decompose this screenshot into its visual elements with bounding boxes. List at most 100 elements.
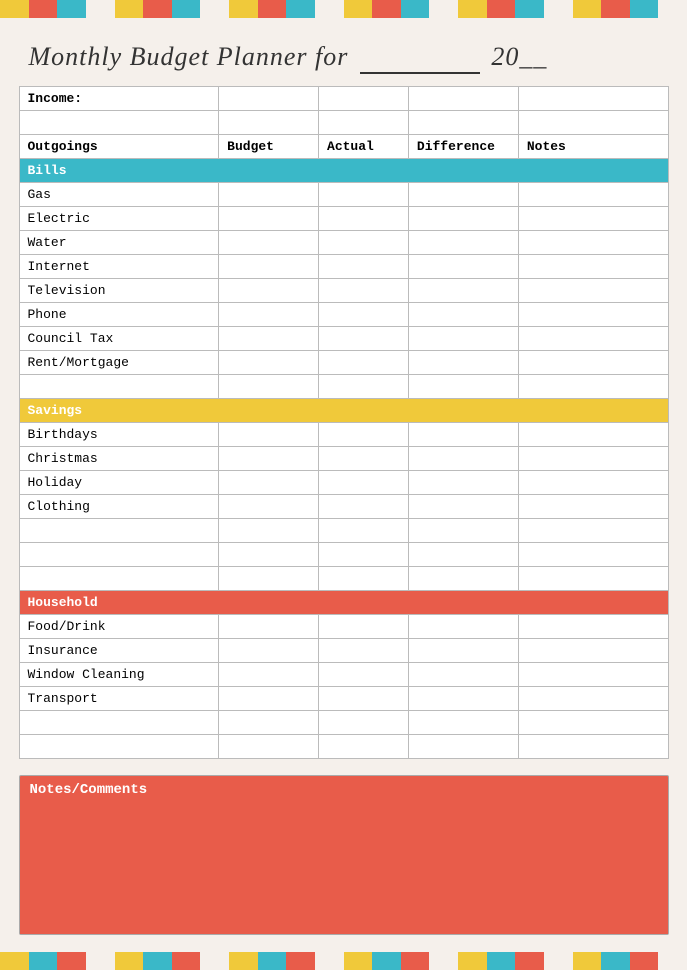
- bar-block: [315, 0, 344, 18]
- row-label: Clothing: [19, 495, 219, 519]
- table-row: Electric: [19, 207, 668, 231]
- bar-block: [344, 952, 373, 970]
- section-bills-row: Bills: [19, 159, 668, 183]
- spacer-row: [19, 567, 668, 591]
- table-row: Water: [19, 231, 668, 255]
- column-header-row: Outgoings Budget Actual Difference Notes: [19, 135, 668, 159]
- row-label: Food/Drink: [19, 615, 219, 639]
- bar-block: [57, 952, 86, 970]
- notes-body: [20, 804, 668, 934]
- budget-table: Income: Outgoings Budget Actual Differen…: [19, 86, 669, 759]
- bar-block: [0, 952, 29, 970]
- section-household-label: Household: [19, 591, 668, 615]
- household-rows: Food/DrinkInsuranceWindow CleaningTransp…: [19, 615, 668, 759]
- col-actual-header: Actual: [319, 135, 409, 159]
- table-row: [19, 735, 668, 759]
- bar-block: [515, 0, 544, 18]
- bar-block: [458, 0, 487, 18]
- bar-block: [229, 952, 258, 970]
- notes-header: Notes/Comments: [20, 776, 668, 804]
- bar-block: [458, 952, 487, 970]
- row-label: [19, 735, 219, 759]
- bar-block: [544, 0, 573, 18]
- section-bills-label: Bills: [19, 159, 668, 183]
- table-row: Christmas: [19, 447, 668, 471]
- page-content: Monthly Budget Planner for 20__ Income: …: [19, 18, 669, 945]
- bar-block: [315, 952, 344, 970]
- bar-block: [258, 0, 287, 18]
- spacer-row: [19, 111, 668, 135]
- page-title: Monthly Budget Planner for 20__: [29, 42, 669, 74]
- row-label: Holiday: [19, 471, 219, 495]
- row-label: Water: [19, 231, 219, 255]
- table-row: Television: [19, 279, 668, 303]
- row-label: Christmas: [19, 447, 219, 471]
- bar-block: [658, 952, 687, 970]
- notes-section: Notes/Comments: [19, 775, 669, 935]
- table-row: Holiday: [19, 471, 668, 495]
- bar-block: [200, 0, 229, 18]
- title-line: [360, 42, 480, 74]
- top-color-bar: [0, 0, 687, 18]
- table-row: Food/Drink: [19, 615, 668, 639]
- col-outgoings-header: Outgoings: [19, 135, 219, 159]
- bar-block: [515, 952, 544, 970]
- bar-block: [630, 952, 659, 970]
- bar-block: [372, 952, 401, 970]
- bar-block: [86, 0, 115, 18]
- table-row: Rent/Mortgage: [19, 351, 668, 375]
- table-row: Clothing: [19, 495, 668, 519]
- bar-block: [86, 952, 115, 970]
- bar-block: [172, 952, 201, 970]
- bar-block: [115, 952, 144, 970]
- bar-block: [0, 0, 29, 18]
- table-row: Phone: [19, 303, 668, 327]
- bar-block: [658, 0, 687, 18]
- table-row: Window Cleaning: [19, 663, 668, 687]
- bar-block: [487, 952, 516, 970]
- title-text: Monthly Budget Planner for: [29, 42, 349, 71]
- bar-block: [29, 0, 58, 18]
- row-label: Insurance: [19, 639, 219, 663]
- title-year: 20__: [491, 42, 547, 71]
- row-label: Gas: [19, 183, 219, 207]
- income-row: Income:: [19, 87, 668, 111]
- table-row: [19, 711, 668, 735]
- table-row: Gas: [19, 183, 668, 207]
- bar-block: [372, 0, 401, 18]
- table-row: Internet: [19, 255, 668, 279]
- bar-block: [143, 952, 172, 970]
- row-label: Window Cleaning: [19, 663, 219, 687]
- bar-block: [401, 952, 430, 970]
- section-savings-label: Savings: [19, 399, 668, 423]
- table-row: [19, 543, 668, 567]
- table-row: Insurance: [19, 639, 668, 663]
- table-row: Birthdays: [19, 423, 668, 447]
- row-label: Phone: [19, 303, 219, 327]
- table-row: Transport: [19, 687, 668, 711]
- row-label: Transport: [19, 687, 219, 711]
- bar-block: [115, 0, 144, 18]
- row-label: Birthdays: [19, 423, 219, 447]
- col-budget-header: Budget: [219, 135, 319, 159]
- bar-block: [487, 0, 516, 18]
- bar-block: [29, 952, 58, 970]
- bar-block: [344, 0, 373, 18]
- bar-block: [573, 952, 602, 970]
- bottom-color-bar: [0, 952, 687, 970]
- row-label: [19, 543, 219, 567]
- row-label: [19, 711, 219, 735]
- bar-block: [601, 0, 630, 18]
- row-label: Television: [19, 279, 219, 303]
- bar-block: [401, 0, 430, 18]
- bar-block: [601, 952, 630, 970]
- spacer-row: [19, 375, 668, 399]
- bar-block: [573, 0, 602, 18]
- bar-block: [57, 0, 86, 18]
- col-diff-header: Difference: [408, 135, 518, 159]
- bar-block: [630, 0, 659, 18]
- bar-block: [258, 952, 287, 970]
- bar-block: [429, 0, 458, 18]
- savings-rows: BirthdaysChristmasHolidayClothing: [19, 423, 668, 567]
- bar-block: [229, 0, 258, 18]
